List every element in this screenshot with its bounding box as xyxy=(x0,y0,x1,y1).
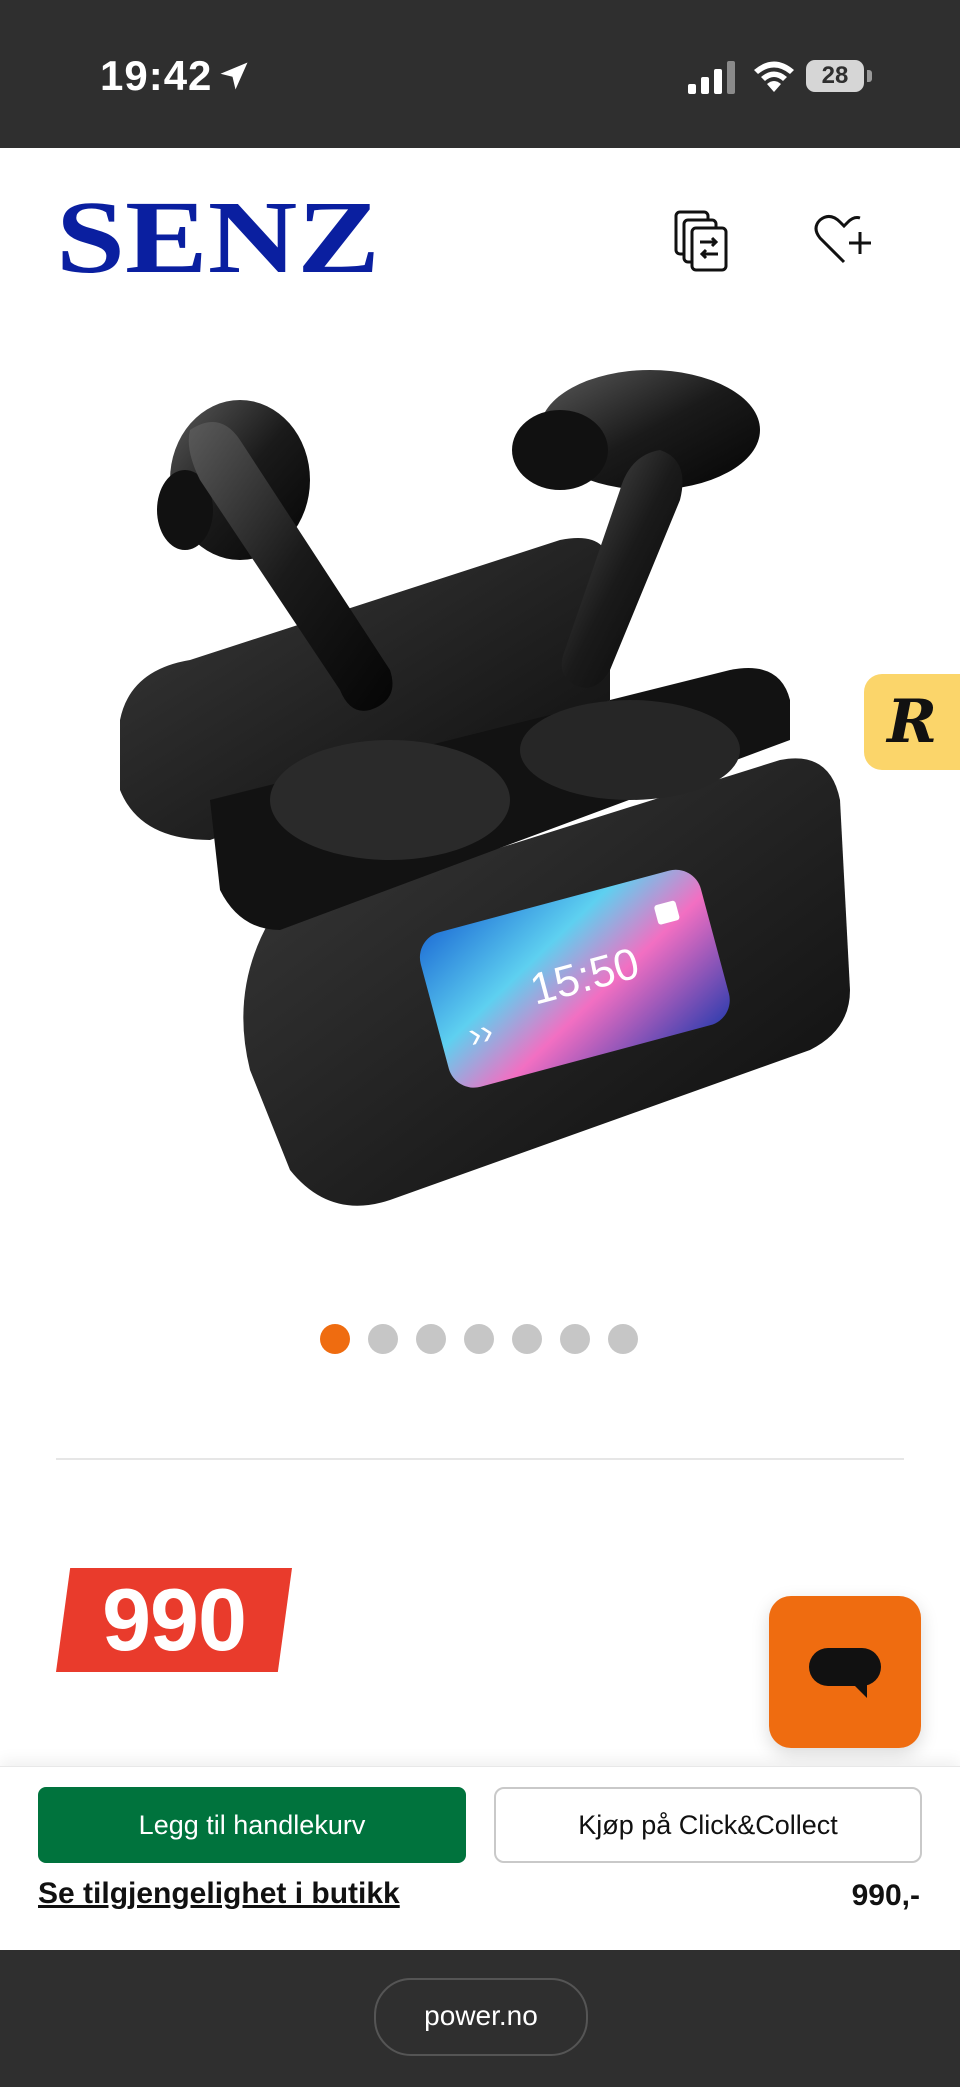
browser-toolbar: power.no xyxy=(0,1950,960,2087)
bottom-price: 990,- xyxy=(851,1879,920,1912)
price-tag: 990 xyxy=(56,1568,292,1672)
chat-bubble-tail xyxy=(853,1684,867,1698)
carousel-dot-4[interactable] xyxy=(464,1324,494,1354)
side-widget-letter: R xyxy=(887,687,937,757)
battery-level: 28 xyxy=(806,60,864,92)
cellular-signal-icon xyxy=(688,61,735,94)
product-image[interactable]: 15:50 ›› xyxy=(90,370,870,1230)
side-widget-badge[interactable]: R xyxy=(864,674,960,770)
brand-logo[interactable]: SENZ xyxy=(56,196,380,276)
section-divider xyxy=(56,1458,904,1460)
chat-bubble-icon xyxy=(809,1648,881,1686)
carousel-dot-7[interactable] xyxy=(608,1324,638,1354)
add-to-cart-button[interactable]: Legg til handlekurv xyxy=(38,1787,466,1863)
brand-logo-text: SENZ xyxy=(56,196,380,276)
site-header: SENZ xyxy=(0,148,960,308)
store-availability-link[interactable]: Se tilgjengelighet i butikk xyxy=(38,1877,400,1911)
status-bar: 19:42 28 xyxy=(0,0,960,148)
status-time: 19:42 xyxy=(100,52,213,99)
compare-icon[interactable] xyxy=(672,208,732,272)
battery-nub xyxy=(867,70,872,82)
carousel-dot-2[interactable] xyxy=(368,1324,398,1354)
price-tag-value: 990 xyxy=(102,1570,247,1669)
chat-button[interactable] xyxy=(769,1596,921,1748)
wifi-icon xyxy=(754,61,794,92)
url-bar[interactable]: power.no xyxy=(374,1978,588,2056)
carousel-dot-5[interactable] xyxy=(512,1324,542,1354)
location-arrow-icon xyxy=(220,62,248,90)
carousel-dot-1[interactable] xyxy=(320,1324,350,1354)
wishlist-add-icon[interactable] xyxy=(812,210,876,268)
buy-bar: Legg til handlekurv Kjøp på Click&Collec… xyxy=(0,1766,960,1951)
click-collect-button[interactable]: Kjøp på Click&Collect xyxy=(494,1787,922,1863)
image-carousel-dots xyxy=(320,1324,638,1354)
carousel-dot-3[interactable] xyxy=(416,1324,446,1354)
battery-indicator: 28 xyxy=(806,60,876,94)
carousel-dot-6[interactable] xyxy=(560,1324,590,1354)
